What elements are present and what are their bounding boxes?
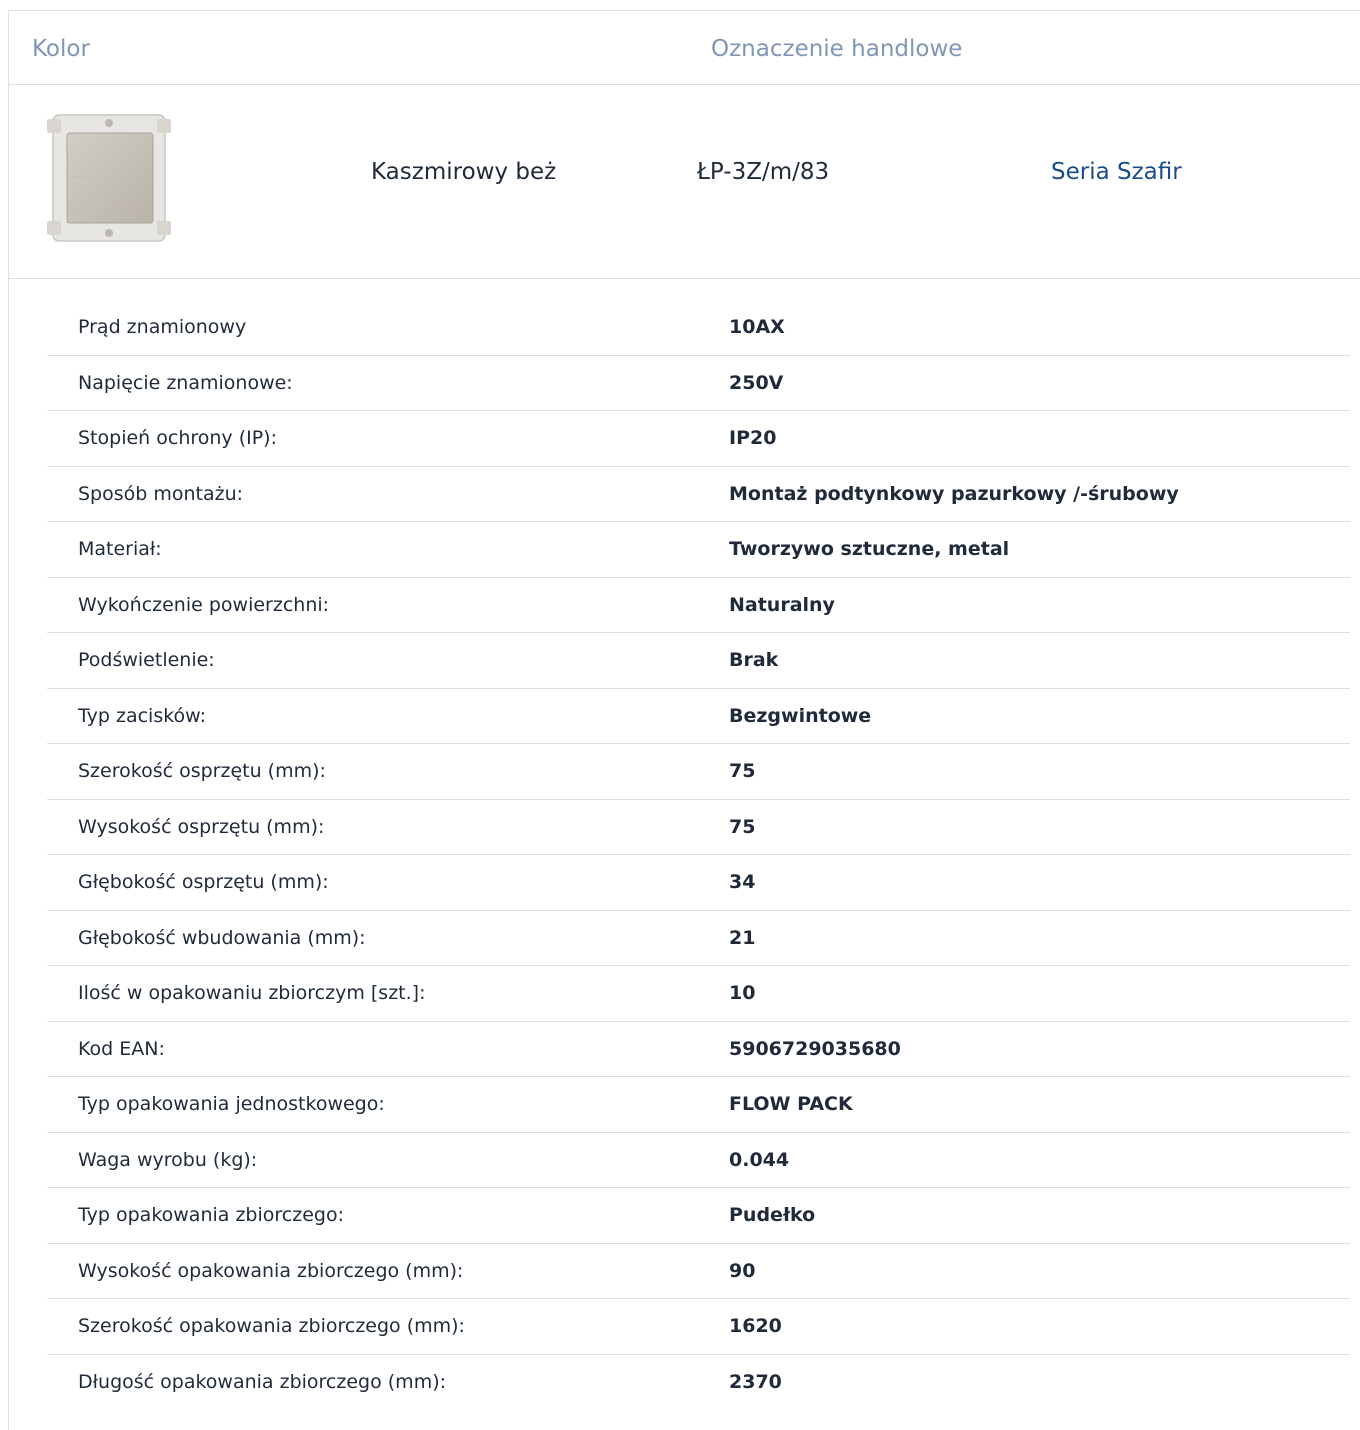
spec-row: Podświetlenie: Brak — [47, 633, 1350, 689]
spec-value: 0.044 — [729, 1148, 790, 1171]
spec-value: 250V — [729, 371, 784, 394]
spec-value: 5906729035680 — [729, 1037, 901, 1060]
spec-row: Typ opakowania zbiorczego: Pudełko — [47, 1188, 1350, 1244]
spec-value: IP20 — [729, 427, 777, 449]
spec-row: Ilość w opakowaniu zbiorczym [szt.]: 10 — [47, 966, 1350, 1022]
product-row: Kaszmirowy beż ŁP-3Z/m/83 Seria Szafir — [8, 85, 1360, 279]
spec-row: Szerokość opakowania zbiorczego (mm): 162… — [47, 1299, 1350, 1355]
spec-label: Głębokość wbudowania (mm): — [78, 926, 366, 949]
spec-value: 1620 — [729, 1315, 782, 1337]
table-header: Kolor Oznaczenie handlowe — [8, 10, 1360, 85]
header-designation: Oznaczenie handlowe — [711, 36, 963, 62]
spec-label: Materiał: — [78, 538, 162, 560]
spec-value: 21 — [729, 926, 756, 949]
spec-label: Typ zacisków: — [78, 704, 207, 727]
spec-label: Prąd znamionowy — [78, 316, 247, 338]
spec-row: Stopień ochrony (IP): IP20 — [47, 411, 1350, 467]
spec-label: Podświetlenie: — [78, 649, 215, 671]
spec-row: Wysokość opakowania zbiorczego (mm): 90 — [47, 1244, 1350, 1299]
spec-value: Pudełko — [729, 1204, 816, 1226]
trade-designation: ŁP-3Z/m/83 — [697, 159, 830, 185]
spec-value: 75 — [729, 815, 756, 838]
series-link[interactable]: Seria Szafir — [1051, 158, 1182, 186]
spec-row: Waga wyrobu (kg): 0.044 — [47, 1133, 1350, 1188]
spec-label: Typ opakowania zbiorczego: — [78, 1204, 344, 1226]
spec-value: Tworzywo sztuczne, metal — [729, 538, 1010, 560]
spec-label: Typ opakowania jednostkowego: — [78, 1093, 385, 1115]
spec-label: Waga wyrobu (kg): — [78, 1148, 258, 1171]
spec-label: Napięcie znamionowe: — [78, 371, 293, 394]
spec-value: Naturalny — [729, 593, 835, 616]
spec-value: Montaż podtynkowy pazurkowy /-śrubowy — [729, 482, 1179, 505]
spec-label: Wysokość opakowania zbiorczego (mm): — [78, 1259, 464, 1282]
spec-row: Wysokość osprzętu (mm): 75 — [47, 800, 1350, 855]
spec-row: Kod EAN: 5906729035680 — [47, 1022, 1350, 1077]
spec-row: Szerokość osprzętu (mm): 75 — [47, 744, 1350, 800]
spec-row: Napięcie znamionowe: 250V — [47, 356, 1350, 411]
spec-row: Wykończenie powierzchni: Naturalny — [47, 578, 1350, 633]
spec-label: Szerokość osprzętu (mm): — [78, 760, 326, 782]
spec-row: Typ opakowania jednostkowego: FLOW PACK — [47, 1077, 1350, 1133]
spec-row: Głębokość osprzętu (mm): 34 — [47, 855, 1350, 911]
spec-row: Głębokość wbudowania (mm): 21 — [47, 911, 1350, 966]
spec-row: Prąd znamionowy 10AX — [47, 300, 1350, 356]
spec-label: Wysokość osprzętu (mm): — [78, 815, 325, 838]
spec-label: Wykończenie powierzchni: — [78, 593, 330, 616]
spec-label: Kod EAN: — [78, 1037, 165, 1060]
spec-value: 75 — [729, 760, 756, 782]
spec-row: Sposób montażu: Montaż podtynkowy pazurko… — [47, 467, 1350, 522]
spec-label: Stopień ochrony (IP): — [78, 427, 277, 449]
spec-label: Głębokość osprzętu (mm): — [78, 871, 329, 893]
header-color: Kolor — [32, 36, 90, 62]
spec-label: Sposób montażu: — [78, 482, 244, 505]
spec-value: Brak — [729, 649, 779, 671]
spec-row: Długość opakowania zbiorczego (mm): 2370 — [47, 1355, 1350, 1411]
spec-value: Bezgwintowe — [729, 704, 872, 727]
spec-value: 90 — [729, 1259, 756, 1282]
spec-value: 34 — [729, 871, 756, 893]
light-switch-icon — [33, 107, 183, 247]
spec-label: Długość opakowania zbiorczego (mm): — [78, 1370, 447, 1393]
spec-value: FLOW PACK — [729, 1093, 853, 1115]
spec-table: Prąd znamionowy 10AX Napięcie znamionowe: 2… — [47, 300, 1350, 1410]
spec-value: 2370 — [729, 1370, 782, 1393]
spec-label: Ilość w opakowaniu zbiorczym [szt.]: — [78, 982, 426, 1004]
spec-value: 10 — [729, 982, 756, 1004]
spec-label: Szerokość opakowania zbiorczego (mm): — [78, 1315, 465, 1337]
spec-row: Typ zacisków: Bezgwintowe — [47, 689, 1350, 744]
spec-value: 10AX — [729, 316, 785, 338]
spec-row: Materiał: Tworzywo sztuczne, metal — [47, 522, 1350, 578]
color-name: Kaszmirowy beż — [371, 159, 557, 185]
